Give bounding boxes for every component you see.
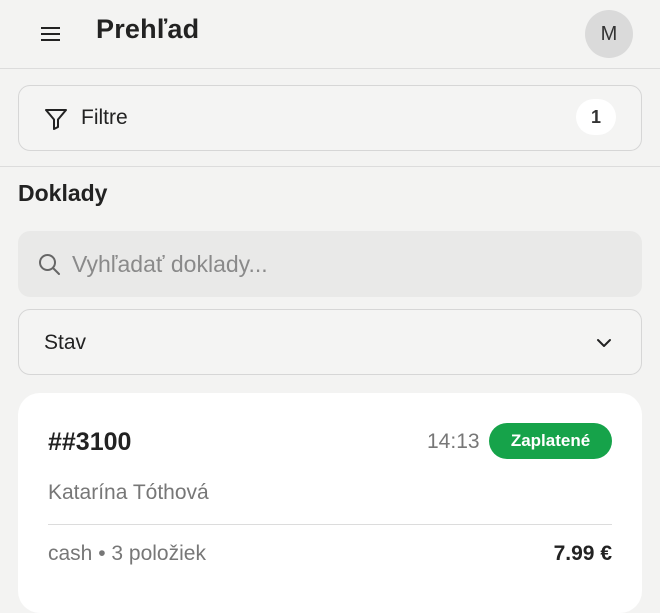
document-id: ##3100 [48, 428, 132, 456]
menu-button[interactable] [34, 18, 68, 50]
top-bar: Prehľad M [0, 0, 660, 69]
filters-label: Filtre [81, 106, 128, 129]
page-title: Prehľad [96, 14, 200, 44]
document-card[interactable]: ##3100 14:13 Zaplatené Katarína Tóthová … [18, 393, 642, 613]
document-total: 7.99 € [553, 542, 612, 565]
card-divider [48, 524, 612, 525]
status-badge: Zaplatené [489, 423, 612, 459]
document-time: 14:13 [427, 430, 480, 453]
divider [0, 166, 660, 167]
payment-meta: cash • 3 položiek [48, 542, 206, 565]
filter-icon [45, 109, 67, 130]
status-dropdown-label: Stav [44, 331, 87, 354]
filters-button[interactable]: Filtre 1 [18, 85, 642, 151]
customer-name: Katarína Tóthová [48, 481, 209, 504]
status-dropdown[interactable]: Stav [18, 309, 642, 375]
search-icon [39, 254, 60, 275]
search-input[interactable] [72, 231, 622, 297]
avatar[interactable]: M [585, 10, 633, 58]
search-box [18, 231, 642, 297]
chevron-down-icon [597, 339, 611, 347]
menu-icon [41, 27, 60, 41]
filters-count-badge: 1 [576, 99, 616, 135]
section-title: Doklady [18, 180, 108, 206]
